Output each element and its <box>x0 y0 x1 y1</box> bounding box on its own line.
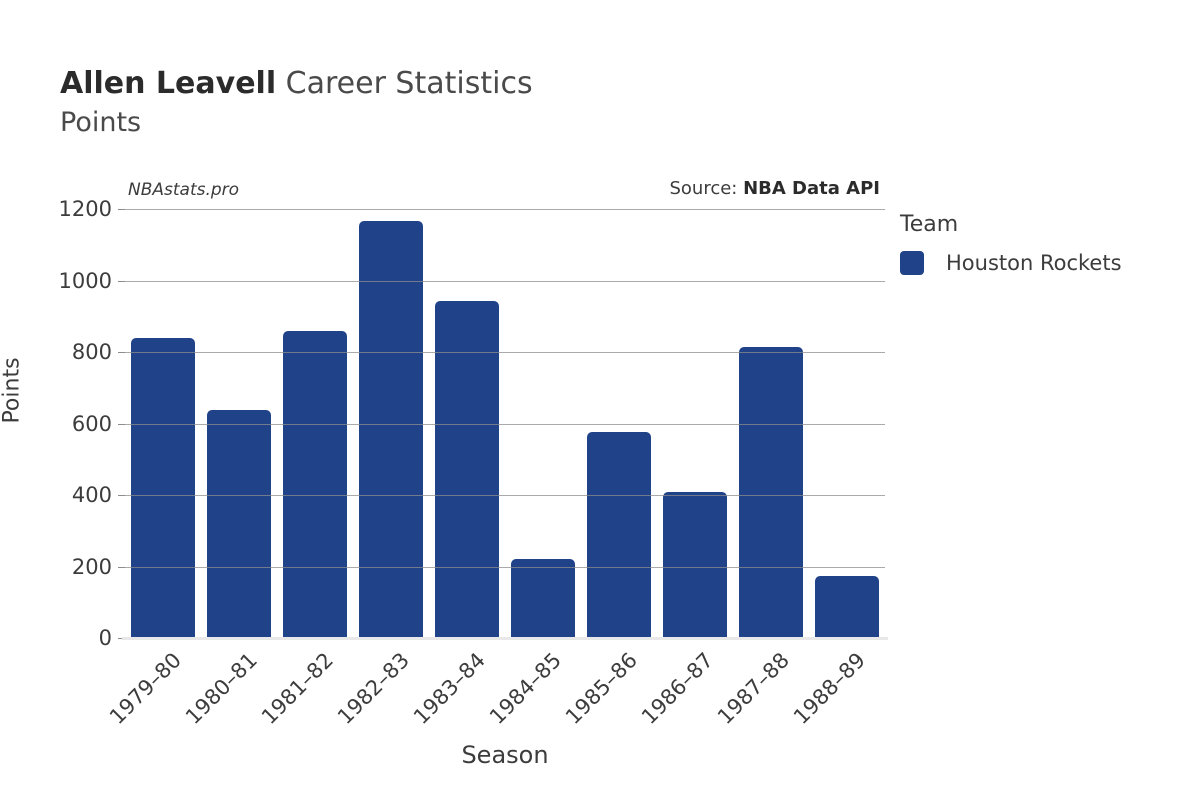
chart-page: Allen Leavell Career Statistics Points N… <box>0 0 1200 800</box>
y-tick-label: 600 <box>71 411 112 436</box>
title-suffix: Career Statistics <box>276 66 533 101</box>
source-value: NBA Data API <box>743 178 880 199</box>
y-tick-mark <box>118 495 125 496</box>
x-axis-title: Season <box>461 741 549 769</box>
bar[interactable] <box>663 492 727 638</box>
gridline <box>125 209 885 210</box>
bar[interactable] <box>283 330 347 638</box>
y-axis-title: Points <box>0 357 25 424</box>
y-tick-mark <box>118 352 125 353</box>
source-annotation: Source: NBA Data API <box>600 178 880 199</box>
plot-area: 0 200 400 600 800 1000 1200 <box>59 197 888 650</box>
bar[interactable] <box>587 432 651 638</box>
legend-item[interactable]: Houston Rockets <box>900 251 1190 275</box>
y-tick-mark <box>118 423 125 425</box>
y-tick-mark <box>118 280 125 282</box>
y-tick-mark <box>118 566 125 568</box>
axis-baseline <box>122 637 888 640</box>
legend-item-label: Houston Rockets <box>946 251 1122 275</box>
y-tick-label: 800 <box>71 340 112 364</box>
bar[interactable] <box>359 221 423 638</box>
source-label: Source: <box>669 178 744 199</box>
gridline <box>125 352 885 353</box>
y-tick-label: 1200 <box>58 197 112 221</box>
bar[interactable] <box>131 338 195 638</box>
gridline <box>125 280 885 282</box>
legend-entries: Houston Rockets <box>900 251 1190 275</box>
bar[interactable] <box>511 559 575 638</box>
bar[interactable] <box>815 576 879 638</box>
bar[interactable] <box>739 347 803 638</box>
watermark-label: NBAstats.pro <box>128 180 240 200</box>
chart-subtitle: Points <box>60 107 142 138</box>
legend-title: Team <box>900 212 959 237</box>
player-name: Allen Leavell <box>60 66 277 101</box>
y-tick-label: 400 <box>71 483 112 507</box>
gridline <box>125 495 885 496</box>
gridline <box>125 423 885 425</box>
y-tick-label: 0 <box>98 626 112 650</box>
legend-swatch-icon <box>900 251 924 275</box>
y-tick-mark <box>118 209 125 210</box>
gridline <box>125 566 885 568</box>
page-title: Allen Leavell Career Statistics Points <box>60 66 880 140</box>
chart-title: Allen Leavell Career Statistics <box>60 66 880 102</box>
y-tick-label: 1000 <box>58 268 112 293</box>
bar[interactable] <box>207 409 271 638</box>
y-tick-label: 200 <box>71 554 112 579</box>
legend: Team Houston Rockets <box>900 212 1190 275</box>
